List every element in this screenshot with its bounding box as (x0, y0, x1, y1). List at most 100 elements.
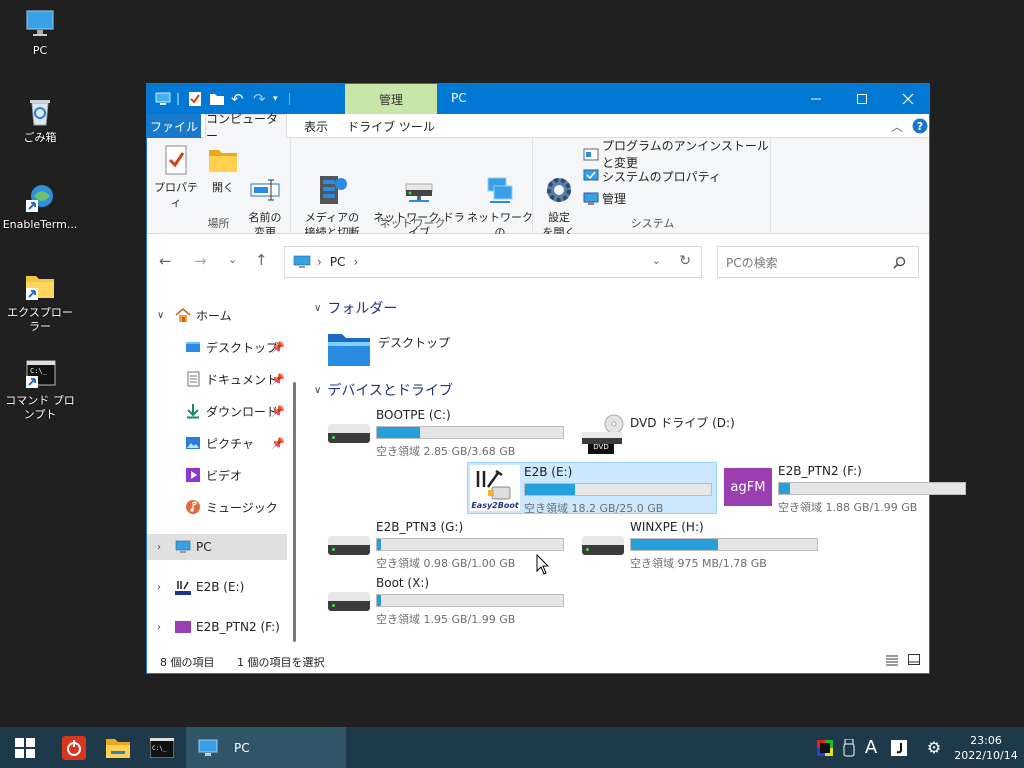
clock-time: 23:06 (970, 733, 1002, 747)
nav-scrollbar[interactable] (293, 382, 296, 642)
power-button[interactable] (52, 727, 96, 768)
ime-indicator[interactable]: A (860, 727, 882, 768)
nav-item-downloads[interactable]: ダウンロード 📌 (147, 398, 287, 424)
nav-item-pictures[interactable]: ピクチャ 📌 (147, 430, 287, 456)
up-arrow-icon[interactable]: ↑ (255, 251, 268, 269)
status-bar: 8 個の項目 1 個の項目を選択 (147, 649, 929, 673)
taskbar-cmd-button[interactable]: C:\_ (140, 727, 184, 768)
details-view-icon[interactable] (885, 654, 899, 666)
nav-item-music[interactable]: ミュージック (147, 494, 287, 520)
section-header-folders[interactable]: ∨ フォルダー (314, 298, 397, 318)
help-icon: ? (912, 118, 928, 134)
command-prompt-icon: C:\_ (150, 737, 174, 758)
drive-e[interactable]: Easy2Boot E2B (E:) 空き領域 18.2 GB/25.0 GB (467, 462, 717, 515)
desktop-icon-explorer[interactable]: エクスプローラー (2, 270, 78, 334)
properties-qa-icon[interactable] (187, 91, 203, 107)
ime-pad-icon[interactable] (888, 727, 910, 768)
drive-usage-bar (778, 482, 966, 495)
pin-icon[interactable]: 📌 (271, 341, 285, 354)
expand-chevron-right-icon[interactable]: › (157, 622, 169, 633)
desktop-icon-pc[interactable]: PC (2, 8, 78, 58)
agfm-icon (175, 619, 191, 635)
system-properties-button[interactable]: システムのプロパティ (583, 166, 721, 186)
search-box[interactable]: PCの検索 (717, 246, 919, 278)
recent-locations-chevron-icon[interactable]: ⌄ (228, 253, 237, 266)
download-arrow-icon (185, 403, 201, 419)
forward-arrow-icon[interactable]: → (194, 252, 207, 270)
redo-icon[interactable]: ↷ (253, 91, 269, 107)
nav-item-documents[interactable]: ドキュメント 📌 (147, 366, 287, 392)
back-arrow-icon[interactable]: ← (159, 252, 172, 270)
desktop-icon-enableterm[interactable]: EnableTerm... (2, 182, 78, 232)
usb-eject-icon[interactable] (838, 727, 860, 768)
start-button[interactable] (0, 727, 50, 768)
videos-icon (185, 467, 201, 483)
open-button[interactable]: 開く (201, 142, 245, 195)
pin-icon[interactable]: 📌 (271, 373, 285, 386)
collapse-ribbon-chevron-icon[interactable]: ︿ (887, 114, 907, 138)
large-icons-view-icon[interactable] (907, 653, 921, 666)
nav-item-videos[interactable]: ビデオ (147, 462, 287, 488)
taskbar-explorer-button[interactable] (96, 727, 140, 768)
new-folder-qa-icon[interactable] (209, 91, 225, 107)
desktop-icon-cmd[interactable]: C:\_ コマンド プロンプト (2, 358, 78, 422)
uninstall-programs-button[interactable]: プログラムのアンインストールと変更 (583, 139, 770, 170)
nav-item-desktop[interactable]: デスクトップ 📌 (147, 334, 287, 360)
color-tray-icon[interactable] (814, 727, 836, 768)
nav-item-drive-e[interactable]: › E2B (E:) (147, 574, 287, 600)
refresh-icon[interactable]: ↻ (679, 253, 691, 269)
desktop-folder-icon (185, 339, 201, 355)
properties-button[interactable]: プロパティ (151, 142, 201, 210)
breadcrumb-separator[interactable]: › (317, 255, 322, 269)
minimize-button[interactable] (793, 84, 839, 114)
context-tab-manage[interactable]: 管理 (345, 84, 437, 114)
ribbon: プロパティ 開く 名前の 変更 場所 メディアの 接続と切断 ネットワーク ドラ… (147, 138, 929, 254)
nav-item-home[interactable]: ∨ ホーム (147, 302, 287, 328)
customize-qa-chevron-icon[interactable]: ▾ (273, 91, 289, 107)
monitor-icon (24, 8, 56, 40)
monitor-icon (198, 739, 218, 756)
tab-file[interactable]: ファイル (147, 114, 201, 138)
expand-chevron-right-icon[interactable]: › (157, 582, 169, 593)
tab-computer[interactable]: コンピューター (205, 112, 287, 143)
expand-chevron-down-icon[interactable]: ∨ (157, 310, 169, 321)
usage-fill (377, 539, 381, 550)
folder-item-desktop[interactable]: デスクトップ (326, 332, 486, 372)
section-header-devices[interactable]: ∨ デバイスとドライブ (314, 380, 453, 400)
drive-x[interactable]: Boot (X:) 空き領域 1.95 GB/1.99 GB (320, 574, 570, 626)
address-bar[interactable]: › PC › ⌄ ↻ (284, 246, 702, 278)
close-button[interactable] (885, 84, 931, 114)
taskbar-pc-window-button[interactable]: PC (186, 727, 346, 768)
tab-view[interactable]: 表示 (289, 114, 343, 138)
nav-item-pc[interactable]: › PC (147, 534, 287, 560)
pin-icon[interactable]: 📌 (271, 437, 285, 450)
tab-drive-tools[interactable]: ドライブ ツール (345, 114, 437, 138)
undo-icon[interactable]: ↶ (231, 91, 247, 107)
drive-d[interactable]: DVD DVD ドライブ (D:) (574, 406, 824, 458)
expand-chevron-right-icon[interactable]: › (157, 542, 169, 553)
maximize-button[interactable] (839, 84, 885, 114)
usage-fill (631, 539, 719, 550)
ribbon-group-system: 設定 を開く プログラムのアンインストールと変更 システムのプロパティ 管理 シ… (535, 138, 771, 239)
drive-g[interactable]: E2B_PTN3 (G:) 空き領域 0.98 GB/1.00 GB (320, 518, 570, 570)
selection-count: 1 個の項目を選択 (237, 656, 325, 669)
breadcrumb-pc[interactable]: PC (330, 255, 346, 269)
drive-usage-bar (376, 594, 564, 607)
breadcrumb-separator[interactable]: › (353, 255, 358, 269)
pin-icon[interactable]: 📌 (271, 405, 285, 418)
address-history-chevron-icon[interactable]: ⌄ (652, 254, 661, 267)
clock[interactable]: 23:06 2022/10/14 (950, 727, 1022, 768)
svg-text:C:\_: C:\_ (30, 367, 48, 375)
settings-gear-icon[interactable]: ⚙ (922, 727, 946, 768)
command-prompt-icon: C:\_ (24, 358, 56, 390)
manage-button[interactable]: 管理 (583, 188, 626, 208)
help-button[interactable]: ? (911, 114, 929, 138)
search-input[interactable]: PCの検索 (726, 254, 778, 271)
desktop-icon-label: コマンド プロンプト (5, 394, 75, 421)
drive-h[interactable]: WINXPE (H:) 空き領域 975 MB/1.78 GB (574, 518, 824, 570)
desktop-icon-recycle-bin[interactable]: ごみ箱 (2, 95, 78, 145)
ribbon-group-location: プロパティ 開く 名前の 変更 場所 (147, 138, 291, 239)
drive-f[interactable]: agFM E2B_PTN2 (F:) 空き領域 1.88 GB/1.99 GB (722, 462, 972, 514)
nav-item-drive-f[interactable]: › E2B_PTN2 (F:) (147, 614, 287, 640)
drive-c[interactable]: BOOTPE (C:) 空き領域 2.85 GB/3.68 GB (320, 406, 570, 458)
